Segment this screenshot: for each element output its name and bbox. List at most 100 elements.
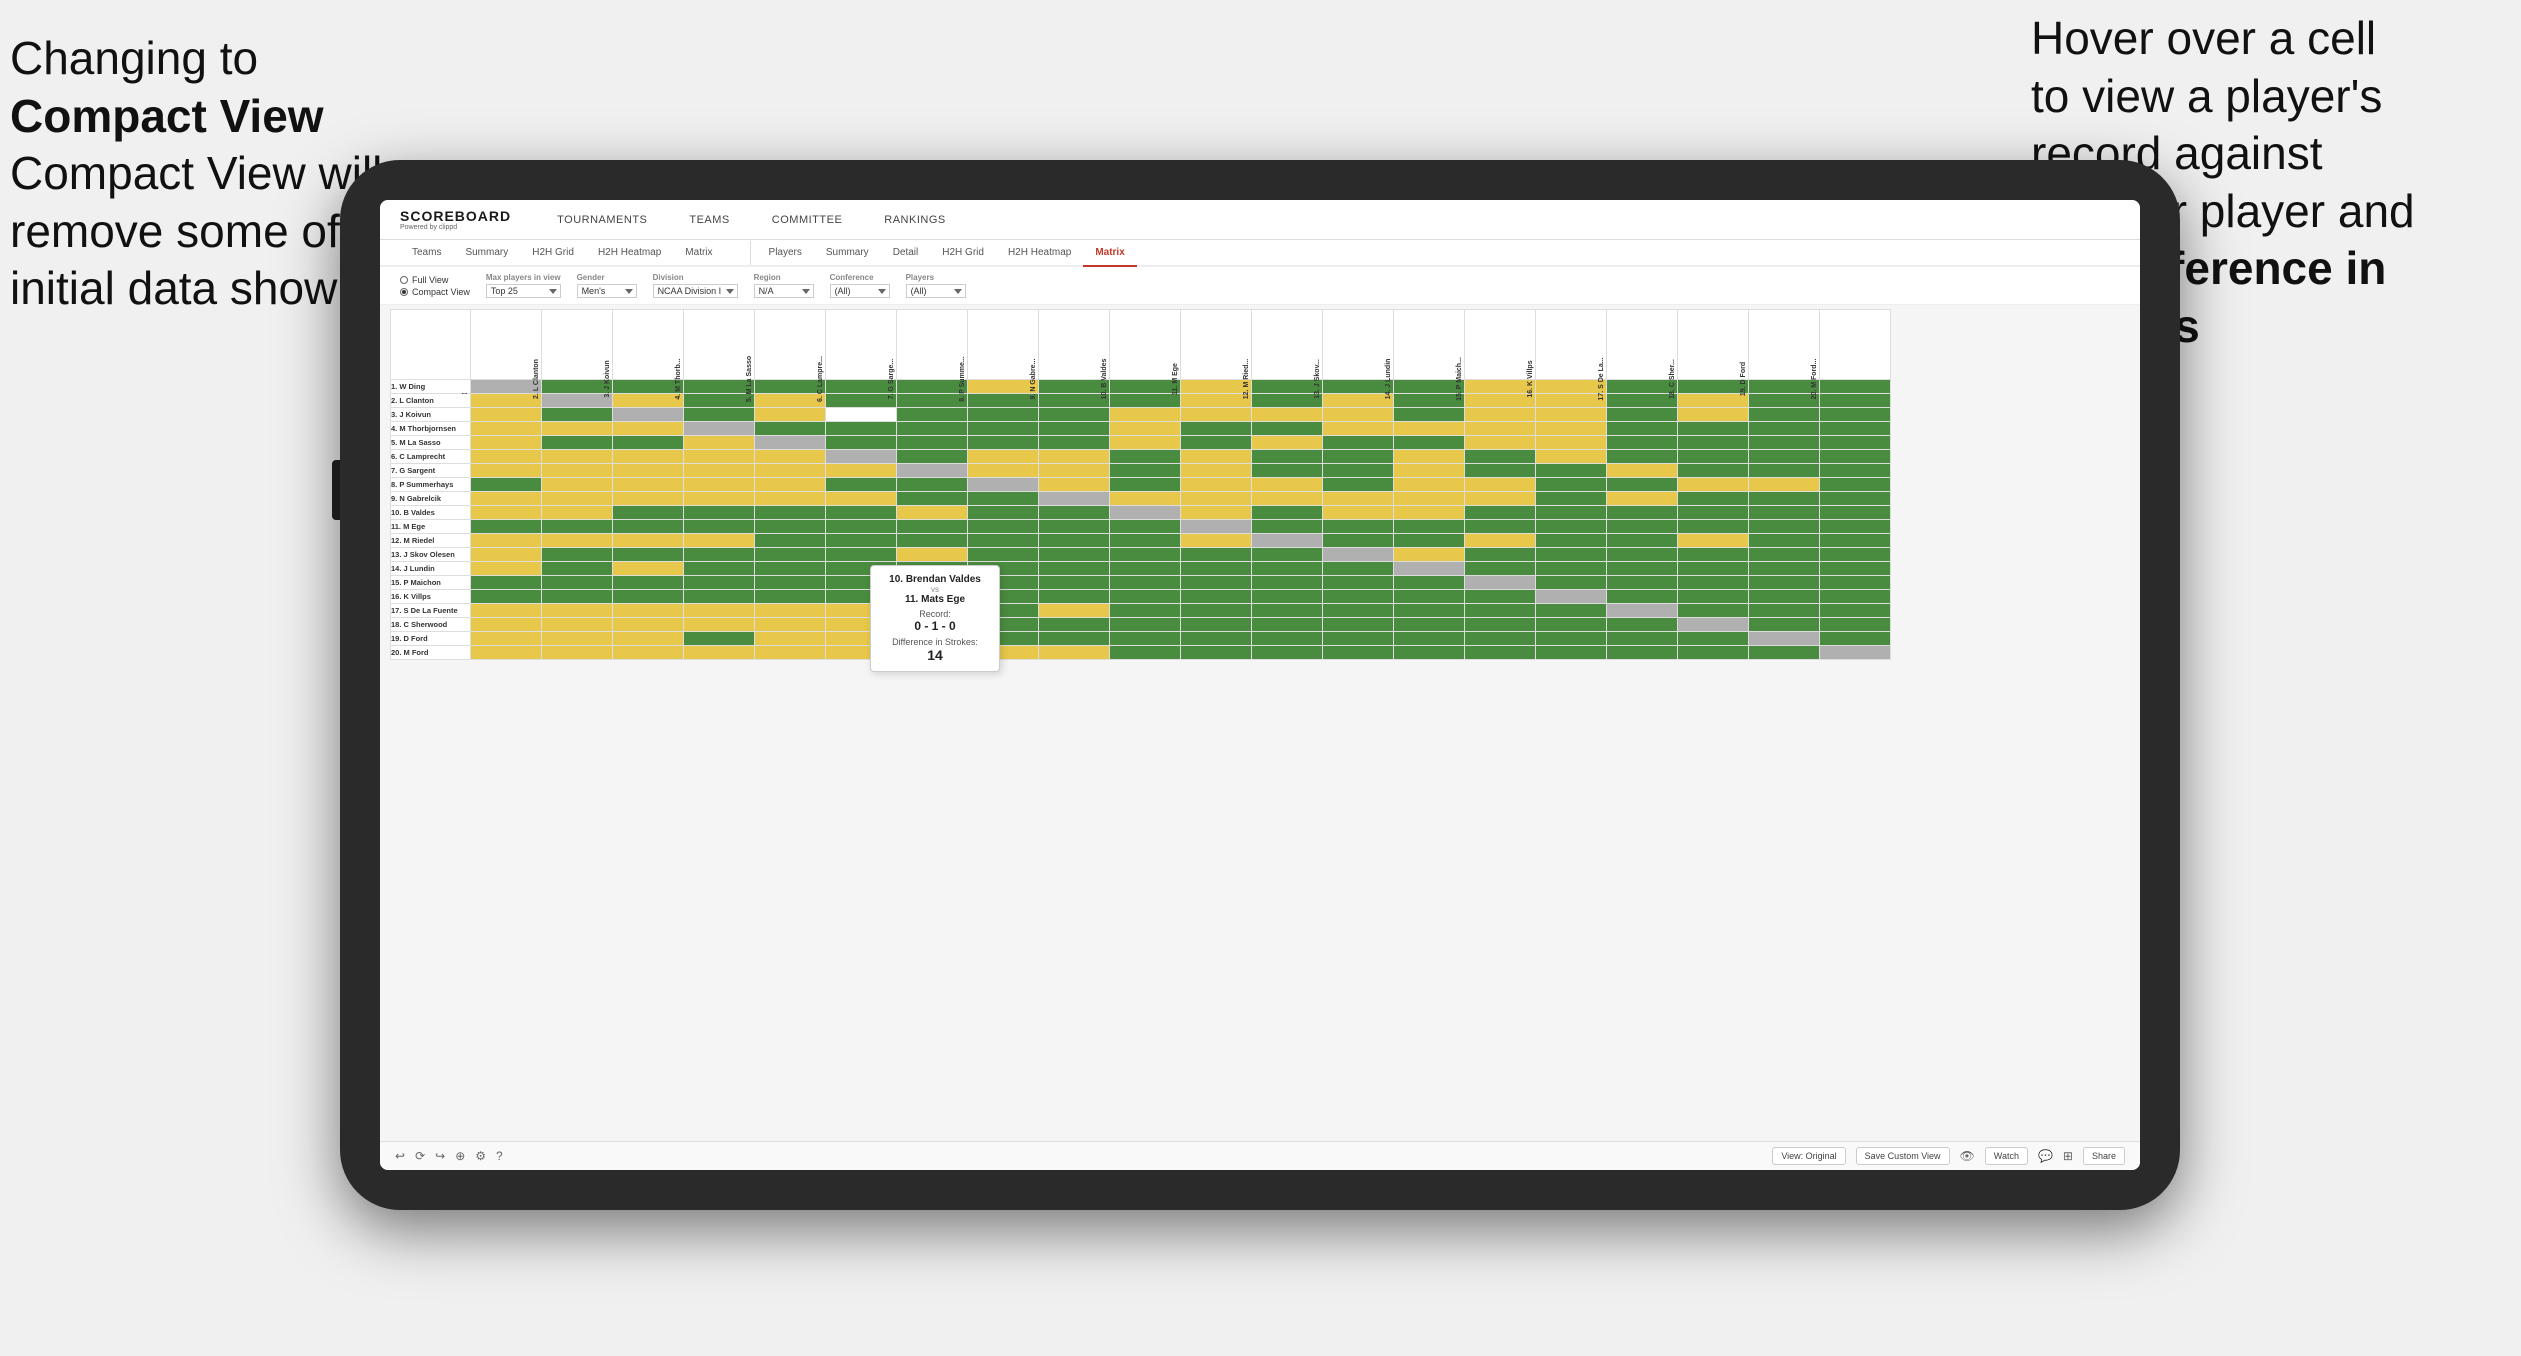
cell-9-0[interactable] (471, 506, 542, 520)
cell-18-8[interactable] (1039, 632, 1110, 646)
cell-7-17[interactable] (1678, 478, 1749, 492)
cell-14-18[interactable] (1749, 576, 1820, 590)
cell-19-17[interactable] (1678, 646, 1749, 660)
cell-16-4[interactable] (755, 604, 826, 618)
cell-6-15[interactable] (1536, 464, 1607, 478)
nav-teams[interactable]: TEAMS (683, 210, 735, 230)
cell-14-9[interactable] (1110, 576, 1181, 590)
cell-15-8[interactable] (1039, 590, 1110, 604)
cell-1-19[interactable] (1820, 394, 1891, 408)
full-view-radio-dot[interactable] (400, 276, 408, 284)
cell-9-12[interactable] (1323, 506, 1394, 520)
cell-0-2[interactable] (613, 380, 684, 394)
cell-0-16[interactable] (1607, 380, 1678, 394)
cell-7-8[interactable] (1039, 478, 1110, 492)
cell-13-4[interactable] (755, 562, 826, 576)
cell-0-8[interactable] (1039, 380, 1110, 394)
cell-7-6[interactable] (897, 478, 968, 492)
cell-19-4[interactable] (755, 646, 826, 660)
cell-14-8[interactable] (1039, 576, 1110, 590)
cell-9-1[interactable] (542, 506, 613, 520)
cell-8-7[interactable] (968, 492, 1039, 506)
cell-3-11[interactable] (1252, 422, 1323, 436)
cell-12-15[interactable] (1536, 548, 1607, 562)
cell-11-1[interactable] (542, 534, 613, 548)
compact-view-radio-dot[interactable] (400, 288, 408, 296)
cell-13-18[interactable] (1749, 562, 1820, 576)
cell-7-12[interactable] (1323, 478, 1394, 492)
cell-0-3[interactable] (684, 380, 755, 394)
cell-17-8[interactable] (1039, 618, 1110, 632)
cell-3-3[interactable] (684, 422, 755, 436)
cell-6-7[interactable] (968, 464, 1039, 478)
share-btn[interactable]: Share (2083, 1147, 2125, 1165)
cell-19-1[interactable] (542, 646, 613, 660)
cell-8-17[interactable] (1678, 492, 1749, 506)
cell-16-2[interactable] (613, 604, 684, 618)
cell-6-0[interactable] (471, 464, 542, 478)
cell-9-18[interactable] (1749, 506, 1820, 520)
cell-4-6[interactable] (897, 436, 968, 450)
cell-11-3[interactable] (684, 534, 755, 548)
cell-0-12[interactable] (1323, 380, 1394, 394)
cell-11-11[interactable] (1252, 534, 1323, 548)
cell-16-15[interactable] (1536, 604, 1607, 618)
cell-13-8[interactable] (1039, 562, 1110, 576)
cell-17-17[interactable] (1678, 618, 1749, 632)
cell-6-2[interactable] (613, 464, 684, 478)
cell-6-1[interactable] (542, 464, 613, 478)
cell-16-12[interactable] (1323, 604, 1394, 618)
cell-6-14[interactable] (1465, 464, 1536, 478)
cell-4-3[interactable] (684, 436, 755, 450)
full-view-radio[interactable]: Full View (400, 275, 470, 285)
cell-7-0[interactable] (471, 478, 542, 492)
cell-4-10[interactable] (1181, 436, 1252, 450)
cell-5-17[interactable] (1678, 450, 1749, 464)
cell-19-16[interactable] (1607, 646, 1678, 660)
cell-1-9[interactable] (1110, 394, 1181, 408)
cell-10-4[interactable] (755, 520, 826, 534)
cell-19-19[interactable] (1820, 646, 1891, 660)
cell-13-16[interactable] (1607, 562, 1678, 576)
cell-10-11[interactable] (1252, 520, 1323, 534)
cell-6-12[interactable] (1323, 464, 1394, 478)
cell-8-0[interactable] (471, 492, 542, 506)
cell-17-13[interactable] (1394, 618, 1465, 632)
cell-7-11[interactable] (1252, 478, 1323, 492)
cell-5-1[interactable] (542, 450, 613, 464)
cell-13-3[interactable] (684, 562, 755, 576)
cell-4-14[interactable] (1465, 436, 1536, 450)
cell-19-11[interactable] (1252, 646, 1323, 660)
cell-13-1[interactable] (542, 562, 613, 576)
cell-11-12[interactable] (1323, 534, 1394, 548)
cell-16-18[interactable] (1749, 604, 1820, 618)
cell-19-14[interactable] (1465, 646, 1536, 660)
cell-9-17[interactable] (1678, 506, 1749, 520)
save-custom-btn[interactable]: Save Custom View (1856, 1147, 1950, 1165)
cell-4-4[interactable] (755, 436, 826, 450)
cell-18-9[interactable] (1110, 632, 1181, 646)
cell-4-18[interactable] (1749, 436, 1820, 450)
cell-2-7[interactable] (968, 408, 1039, 422)
tab-players[interactable]: Players (757, 240, 814, 267)
cell-16-14[interactable] (1465, 604, 1536, 618)
cell-19-18[interactable] (1749, 646, 1820, 660)
cell-18-10[interactable] (1181, 632, 1252, 646)
cell-9-6[interactable] (897, 506, 968, 520)
cell-1-6[interactable] (897, 394, 968, 408)
cell-7-19[interactable] (1820, 478, 1891, 492)
cell-17-15[interactable] (1536, 618, 1607, 632)
cell-18-16[interactable] (1607, 632, 1678, 646)
cell-4-5[interactable] (826, 436, 897, 450)
cell-4-15[interactable] (1536, 436, 1607, 450)
cell-1-7[interactable] (968, 394, 1039, 408)
cell-12-3[interactable] (684, 548, 755, 562)
cell-6-19[interactable] (1820, 464, 1891, 478)
cell-8-9[interactable] (1110, 492, 1181, 506)
cell-3-2[interactable] (613, 422, 684, 436)
cell-0-19[interactable] (1820, 380, 1891, 394)
cell-2-5[interactable] (826, 408, 897, 422)
cell-1-18[interactable] (1749, 394, 1820, 408)
cell-2-14[interactable] (1465, 408, 1536, 422)
cell-4-11[interactable] (1252, 436, 1323, 450)
